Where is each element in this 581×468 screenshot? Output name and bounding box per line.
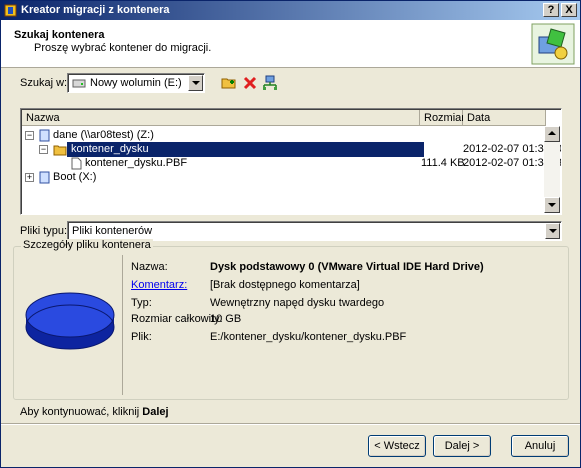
file-icon xyxy=(71,157,82,170)
collapse-icon[interactable]: − xyxy=(39,145,48,154)
type-value: Wewnętrzny napęd dysku twardego xyxy=(210,297,385,309)
search-location-dropdown[interactable]: Nowy wolumin (E:) xyxy=(67,73,205,93)
tree-row-label: kontener_dysku.PBF xyxy=(85,157,188,169)
delete-icon[interactable] xyxy=(242,75,258,91)
tree-row-container-file[interactable]: kontener_dysku.PBF 111.4 KB 2012-02-07 0… xyxy=(71,156,561,171)
disk-pie-icon xyxy=(25,292,115,350)
search-in-label: Szukaj w: xyxy=(20,77,68,89)
tree-row-size: 111.4 KB xyxy=(421,157,465,169)
file-type-dropdown[interactable]: Pliki kontenerów xyxy=(67,221,562,241)
folder-icon xyxy=(53,145,67,156)
drive-icon xyxy=(39,171,50,184)
comment-value: [Brak dostępnego komentarza] xyxy=(210,279,360,291)
chevron-down-icon[interactable] xyxy=(545,223,560,239)
chevron-down-icon[interactable] xyxy=(188,75,203,91)
tree-scrollbar[interactable] xyxy=(544,126,560,213)
type-label: Typ: xyxy=(131,297,152,309)
title-bar: Kreator migracji z kontenera ? X xyxy=(1,1,580,20)
tree-row-label-selected: kontener_dysku xyxy=(67,142,424,157)
name-label: Nazwa: xyxy=(131,261,168,273)
next-button[interactable]: Dalej > xyxy=(433,435,491,457)
total-size-label: Rozmiar całkowity: xyxy=(131,313,223,325)
tree-row-label: dane (\\ar08test) (Z:) xyxy=(53,129,154,141)
header-title: Szukaj kontenera xyxy=(14,29,105,41)
details-legend: Szczegóły pliku kontenera xyxy=(21,239,153,251)
container-details-group: Szczegóły pliku kontenera Nazwa: Dysk po… xyxy=(13,239,569,400)
scroll-up-icon[interactable] xyxy=(544,126,560,142)
continue-hint-bold: Dalej xyxy=(142,406,169,418)
file-label: Plik: xyxy=(131,331,152,343)
drive-icon xyxy=(72,79,86,88)
total-size-value: 10 GB xyxy=(210,313,242,325)
tree-row-container-folder[interactable]: − kontener_dysku 2012-02-07 01:31:00 xyxy=(39,142,561,157)
continue-hint-text: Aby kontynuować, kliknij xyxy=(20,406,143,418)
new-folder-icon[interactable] xyxy=(221,75,237,91)
column-header-size[interactable]: Rozmiar xyxy=(420,110,465,126)
close-button[interactable]: X xyxy=(561,3,577,17)
scroll-down-icon[interactable] xyxy=(544,197,560,213)
container-tree-view[interactable]: Nazwa Rozmiar Data − dane (\\ar08test) (… xyxy=(20,108,562,215)
file-path-value: E:/kontener_dysku/kontener_dysku.PBF xyxy=(210,331,407,343)
cancel-button[interactable]: Anuluj xyxy=(511,435,569,457)
back-button[interactable]: < Wstecz xyxy=(368,435,426,457)
migration-wizard-icon xyxy=(531,23,575,65)
expand-icon[interactable]: + xyxy=(25,173,34,182)
details-panel: Nazwa: Dysk podstawowy 0 (VMware Virtual… xyxy=(122,255,562,395)
app-icon xyxy=(4,4,17,17)
wizard-header: Szukaj kontenera Proszę wybrać kontener … xyxy=(1,20,580,68)
file-type-label: Pliki typu: xyxy=(20,225,68,237)
migration-wizard-window: Kreator migracji z kontenera ? X Szukaj … xyxy=(0,0,581,468)
drive-icon xyxy=(39,129,50,142)
name-value: Dysk podstawowy 0 (VMware Virtual IDE Ha… xyxy=(210,261,484,273)
collapse-icon[interactable]: − xyxy=(25,131,34,140)
column-header-date[interactable]: Data xyxy=(463,110,546,126)
comment-link[interactable]: Komentarz: xyxy=(131,279,187,291)
tree-row-label: Boot (X:) xyxy=(53,171,97,183)
column-header-name[interactable]: Nazwa xyxy=(22,110,420,126)
search-location-value: Nowy wolumin (E:) xyxy=(90,77,182,89)
window-title: Kreator migracji z kontenera xyxy=(21,4,170,16)
continue-hint: Aby kontynuować, kliknij Dalej xyxy=(20,406,169,418)
network-icon[interactable] xyxy=(262,75,278,91)
header-subtitle: Proszę wybrać kontener do migracji. xyxy=(34,42,212,54)
footer-separator xyxy=(1,423,580,425)
help-button[interactable]: ? xyxy=(543,3,559,17)
file-type-value: Pliki kontenerów xyxy=(72,225,153,237)
